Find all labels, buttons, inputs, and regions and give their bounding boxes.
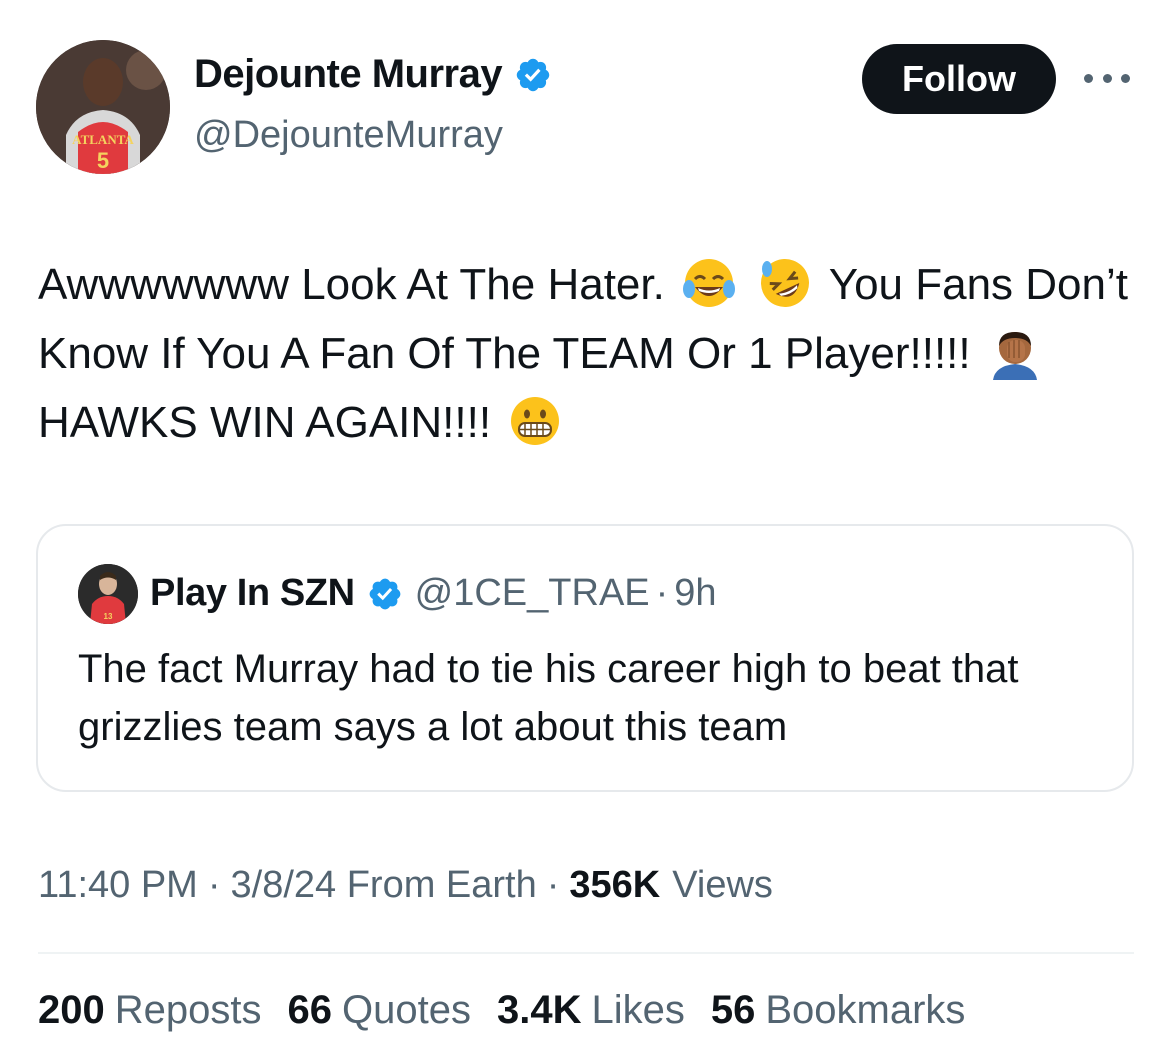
author-name-row: Dejounte Murray (194, 52, 552, 97)
views-label: Views (672, 864, 773, 906)
more-options-icon[interactable] (1084, 68, 1130, 88)
quoted-avatar-image: 13 (78, 564, 138, 624)
quoted-timestamp[interactable]: 9h (674, 572, 716, 615)
quoted-verified-badge-icon (369, 578, 401, 609)
quoted-separator-dot: · (655, 572, 669, 614)
facepalm-emoji-icon (992, 332, 1037, 380)
grimacing-emoji-icon (511, 397, 560, 445)
engagement-stats: 200 Reposts 66 Quotes 3.4K Likes 56 Bookmark… (38, 988, 991, 1033)
tweet-date-source: 3/8/24 From Earth (230, 864, 537, 906)
stat-likes[interactable]: 3.4K Likes (497, 988, 685, 1033)
svg-text:13: 13 (104, 612, 113, 621)
stat-bookmarks[interactable]: 56 Bookmarks (711, 988, 966, 1033)
meta-separator-dot: · (207, 864, 221, 906)
tears-of-joy-emoji-icon (683, 259, 736, 307)
stat-quotes[interactable]: 66 Quotes (288, 988, 471, 1033)
rolling-laughing-emoji-icon (761, 259, 810, 307)
quoted-author-name[interactable]: Play In SZN (150, 572, 355, 615)
avatar-image: ATLANTA 5 (36, 40, 170, 174)
author-handle[interactable]: @DejounteMurray (194, 114, 503, 157)
quoted-tweet-card[interactable]: 13 Play In SZN @1CE_TRAE · 9h The fact M… (36, 524, 1134, 792)
tweet-text-part-3: HAWKS WIN AGAIN!!!! (38, 398, 492, 447)
tweet-text: Awwwwwww Look At The Hater. You Fans Don… (38, 250, 1138, 457)
verified-badge-icon[interactable] (514, 56, 552, 94)
svg-text:ATLANTA: ATLANTA (72, 132, 134, 147)
divider (38, 952, 1134, 954)
tweet-text-part-1: Awwwwwww Look At The Hater. (38, 260, 665, 309)
author-display-name[interactable]: Dejounte Murray (194, 52, 503, 97)
follow-button[interactable]: Follow (862, 44, 1056, 114)
quoted-tweet-header: Play In SZN @1CE_TRAE · 9h (150, 572, 717, 615)
stat-reposts[interactable]: 200 Reposts (38, 988, 262, 1033)
views-count: 356K (569, 864, 661, 906)
tweet-meta: 11:40 PM · 3/8/24 From Earth · 356K View… (38, 864, 773, 907)
quoted-author-handle[interactable]: @1CE_TRAE (415, 572, 650, 615)
meta-separator-dot: · (546, 864, 560, 906)
quoted-author-avatar[interactable]: 13 (78, 564, 138, 624)
tweet-time[interactable]: 11:40 PM (38, 864, 198, 907)
svg-text:5: 5 (97, 148, 109, 173)
author-avatar[interactable]: ATLANTA 5 (36, 40, 170, 174)
tweet-header: ATLANTA 5 Dejounte Murray @DejounteMurra… (36, 40, 1136, 180)
quoted-tweet-text: The fact Murray had to tie his career hi… (78, 647, 1019, 749)
